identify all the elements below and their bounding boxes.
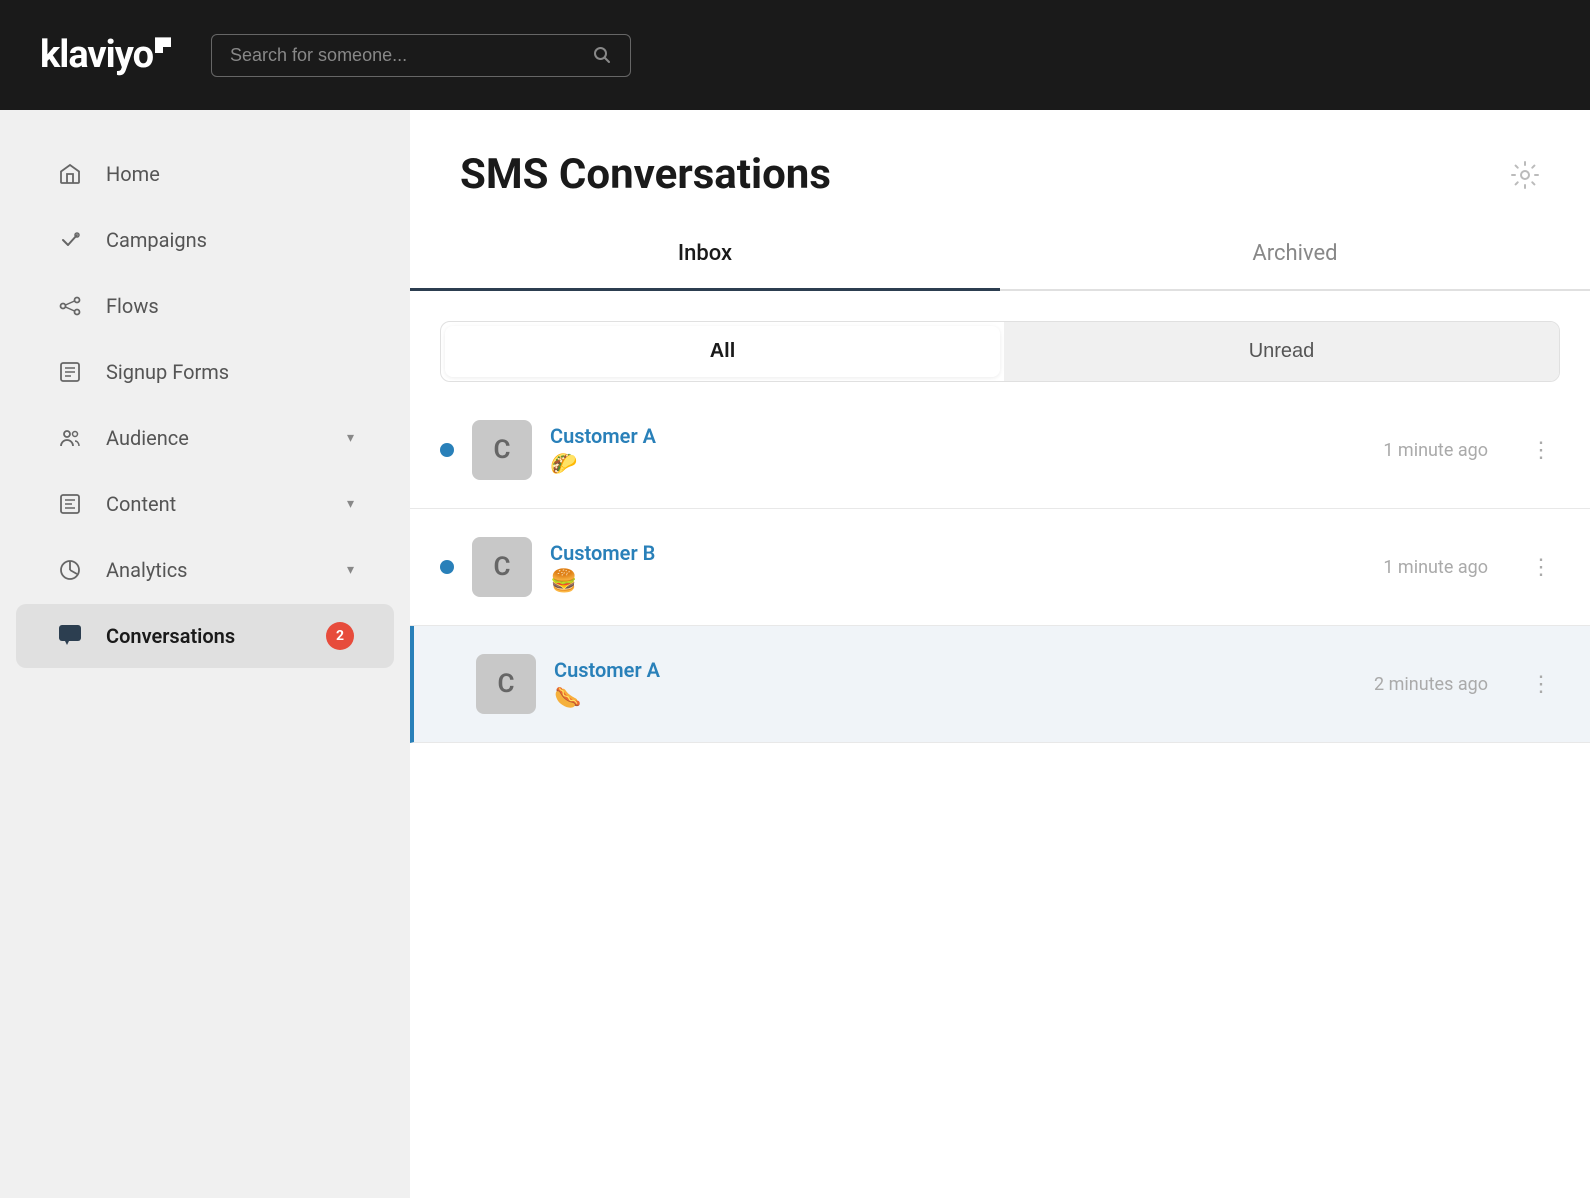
avatar: C [472,537,532,597]
analytics-icon [56,556,84,584]
chevron-down-icon: ▾ [347,562,354,578]
customer-name: Customer A [550,424,1365,448]
avatar: C [476,654,536,714]
sidebar-item-flows-label: Flows [106,294,354,318]
sidebar-item-flows[interactable]: Flows [16,274,394,338]
conversation-info: Customer A 🌭 [554,658,1356,711]
conversation-time: 1 minute ago [1383,440,1488,461]
conversation-preview: 🍔 [550,569,1365,594]
chevron-down-icon: ▾ [347,496,354,512]
conversation-info: Customer B 🍔 [550,541,1365,594]
audience-icon [56,424,84,452]
sidebar-item-audience-label: Audience [106,426,325,450]
sidebar-item-signup-forms[interactable]: Signup Forms [16,340,394,404]
unread-indicator [440,560,454,574]
filter-bar: All Unread [440,321,1560,382]
page-title: SMS Conversations [460,150,831,199]
home-icon [56,160,84,188]
conversation-list: C Customer A 🌮 1 minute ago ⋮ C Customer… [410,392,1590,1198]
sidebar-item-conversations-label: Conversations [106,624,304,648]
tab-inbox[interactable]: Inbox [410,219,1000,291]
conversations-badge: 2 [326,622,354,650]
conversation-time: 1 minute ago [1383,557,1488,578]
customer-name: Customer A [554,658,1356,682]
sidebar: Home Campaigns Flows [0,110,410,1198]
unread-indicator [440,443,454,457]
sidebar-item-content[interactable]: Content ▾ [16,472,394,536]
sidebar-item-campaigns-label: Campaigns [106,228,354,252]
content-icon [56,490,84,518]
conversation-time: 2 minutes ago [1374,674,1488,695]
conversation-item-2[interactable]: C Customer B 🍔 1 minute ago ⋮ [410,509,1590,626]
tab-archived[interactable]: Archived [1000,219,1590,291]
logo-flag [155,37,171,53]
more-options-button[interactable]: ⋮ [1522,550,1560,584]
avatar: C [472,420,532,480]
main-header: SMS Conversations [410,110,1590,219]
conversation-info: Customer A 🌮 [550,424,1365,477]
more-options-button[interactable]: ⋮ [1522,667,1560,701]
conversation-preview: 🌮 [550,452,1365,477]
topnav: klaviyo [0,0,1590,110]
forms-icon [56,358,84,386]
tabs-bar: Inbox Archived [410,219,1590,291]
logo: klaviyo [40,33,171,77]
filter-unread-button[interactable]: Unread [1004,322,1559,381]
conversation-preview: 🌭 [554,686,1356,711]
sidebar-item-home[interactable]: Home [16,142,394,206]
search-icon [592,45,612,65]
sidebar-item-analytics[interactable]: Analytics ▾ [16,538,394,602]
conversations-icon [56,622,84,650]
chevron-down-icon: ▾ [347,430,354,446]
filter-all-button[interactable]: All [445,326,1000,377]
flows-icon [56,292,84,320]
sidebar-item-campaigns[interactable]: Campaigns [16,208,394,272]
search-bar [211,34,631,77]
sidebar-item-conversations[interactable]: Conversations 2 [16,604,394,668]
search-input[interactable] [230,45,582,66]
settings-button[interactable] [1510,160,1540,190]
sidebar-item-audience[interactable]: Audience ▾ [16,406,394,470]
conversation-item-3[interactable]: C Customer A 🌭 2 minutes ago ⋮ [410,626,1590,743]
customer-name: Customer B [550,541,1365,565]
app-layout: Home Campaigns Flows [0,110,1590,1198]
sidebar-item-home-label: Home [106,162,354,186]
sidebar-item-forms-label: Signup Forms [106,360,354,384]
more-options-button[interactable]: ⋮ [1522,433,1560,467]
conversation-item-1[interactable]: C Customer A 🌮 1 minute ago ⋮ [410,392,1590,509]
campaigns-icon [56,226,84,254]
main-content: SMS Conversations Inbox Archived All Unr… [410,110,1590,1198]
sidebar-item-analytics-label: Analytics [106,558,325,582]
sidebar-item-content-label: Content [106,492,325,516]
